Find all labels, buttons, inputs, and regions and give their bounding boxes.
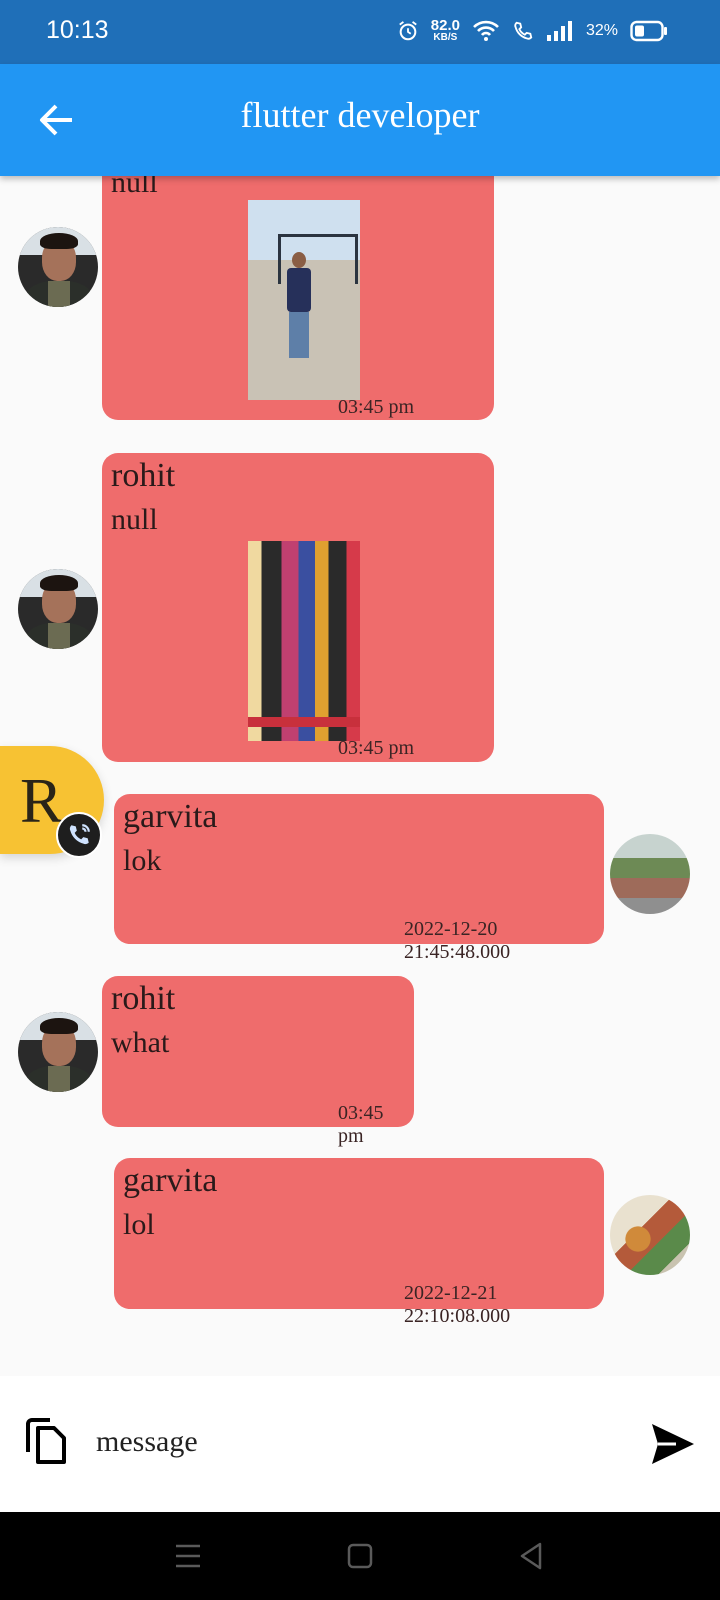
message-bubble[interactable]: garvita lol 2022-12-21 22:10:08.000	[114, 1158, 604, 1327]
phone-call-icon[interactable]	[56, 812, 102, 858]
message-bubble[interactable]: null 03:45 pm	[102, 176, 494, 420]
network-speed-unit: KB/S	[433, 32, 458, 43]
network-speed: 82.0 KB/S	[431, 18, 460, 43]
message-bubble[interactable]: rohit what 03:45 pm	[102, 976, 414, 1147]
battery-icon	[630, 20, 667, 41]
message-bubble[interactable]: rohit null 03:45 pm	[102, 453, 494, 762]
home-button[interactable]	[338, 1534, 382, 1578]
receiver-avatar[interactable]	[610, 834, 690, 914]
message-time: 03:45 pm	[338, 737, 415, 759]
menu-button[interactable]	[166, 1534, 210, 1578]
chat-message-list[interactable]: null 03:45 pm rohit null 03:45 pm garvit…	[0, 176, 720, 1376]
message-time: 2022-12-21 22:10:08.000	[404, 1282, 511, 1327]
copy-icon	[26, 1418, 66, 1464]
send-icon	[652, 1424, 694, 1464]
message-image[interactable]	[248, 541, 360, 741]
status-bar: 10:13 82.0 KB/S 32%	[0, 0, 720, 64]
app-bar: flutter developer	[0, 64, 720, 176]
message-text: lol	[123, 1208, 155, 1241]
message-text: null	[111, 176, 158, 199]
message-text: lok	[123, 844, 162, 877]
back-nav-button[interactable]	[510, 1534, 554, 1578]
message-time: 2022-12-20 21:45:48.000	[404, 918, 511, 963]
send-button[interactable]	[650, 1422, 696, 1466]
message-time: 03:45 pm	[338, 1102, 384, 1147]
system-nav-bar	[0, 1512, 720, 1600]
message-sender: rohit	[111, 980, 176, 1017]
alarm-icon	[398, 20, 417, 40]
status-time: 10:13	[46, 16, 109, 44]
message-text: null	[111, 503, 158, 536]
message-bubble[interactable]: garvita lok 2022-12-20 21:45:48.000	[114, 794, 604, 963]
message-image[interactable]	[248, 200, 360, 400]
attach-button[interactable]	[24, 1416, 70, 1468]
status-icons: 82.0 KB/S 32%	[397, 18, 668, 43]
menu-icon	[176, 1544, 200, 1568]
back-triangle-icon	[520, 1542, 542, 1570]
wifi-icon	[473, 20, 499, 41]
network-speed-value: 82.0	[430, 17, 460, 34]
message-time: 03:45 pm	[338, 396, 415, 418]
wifi-call-icon	[514, 21, 533, 40]
home-square-icon	[347, 1543, 373, 1569]
signal-icon	[546, 20, 572, 41]
sender-avatar[interactable]	[18, 227, 98, 307]
receiver-avatar[interactable]	[610, 1195, 690, 1275]
message-composer	[0, 1376, 720, 1512]
page-title: flutter developer	[240, 95, 480, 135]
message-sender: garvita	[123, 798, 218, 835]
sender-avatar[interactable]	[18, 569, 98, 649]
battery-percent: 32%	[585, 21, 618, 39]
message-text: what	[111, 1026, 170, 1059]
message-sender: garvita	[123, 1162, 218, 1199]
sender-avatar[interactable]	[18, 1012, 98, 1092]
message-input[interactable]	[96, 1412, 616, 1472]
message-sender: rohit	[111, 457, 176, 494]
